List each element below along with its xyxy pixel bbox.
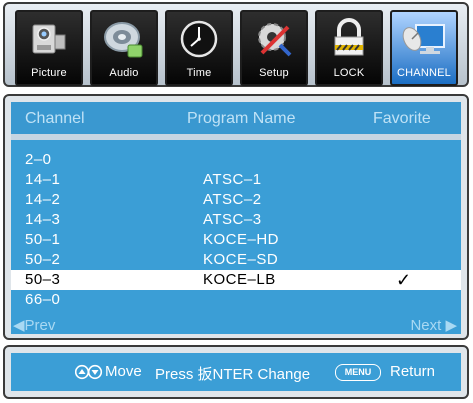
prev-page-button[interactable]: ◀Prev [13,316,55,334]
favorite-checkmark-icon[interactable]: ✓ [396,271,412,289]
channel-row[interactable]: 14–1 ATSC–1 [11,170,461,190]
column-header-program-name: Program Name [187,110,296,127]
tab-lock-label: LOCK [333,67,365,79]
header-divider [11,134,461,140]
help-bar-panel: Move Press 扳NTER Change MENU Return [3,345,469,399]
channel-number: 2–0 [25,151,52,168]
camera-icon [32,24,66,54]
channel-number: 66–0 [25,291,61,308]
lock-icon [334,18,364,56]
tab-audio[interactable]: Audio [90,10,158,86]
program-name: KOCE–HD [203,231,280,248]
tab-setup-label: Setup [259,67,289,79]
channel-row[interactable]: 50–1 KOCE–HD [11,230,461,250]
gear-tools-icon [258,23,292,57]
tab-picture-label: Picture [31,67,67,79]
program-name: ATSC–2 [203,191,262,208]
menu-tab-panel: Picture Audio Time Setup LOCK CHANNEL [3,2,469,87]
help-return-text: Return [390,363,436,380]
help-move-text: Move [105,363,142,380]
channel-row[interactable]: 14–2 ATSC–2 [11,190,461,210]
column-header-favorite: Favorite [373,110,431,127]
tab-picture[interactable]: Picture [15,10,83,86]
next-page-button[interactable]: Next ▶ [410,316,457,334]
channel-number: 14–2 [25,191,61,208]
program-name: ATSC–1 [203,171,262,188]
channel-row[interactable]: 50–2 KOCE–SD [11,250,461,270]
satellite-monitor-icon [402,24,445,54]
channel-list: Channel Program Name Favorite 2–0 14–1 A… [11,102,461,334]
channel-list-panel: Channel Program Name Favorite 2–0 14–1 A… [3,94,469,340]
tab-setup[interactable]: Setup [240,10,308,86]
speaker-icon [104,22,143,58]
list-pager: ◀Prev Next ▶ [11,316,461,334]
menu-key-icon: MENU [335,364,381,381]
channel-number: 50–3 [25,271,61,288]
help-bar: Move Press 扳NTER Change MENU Return [11,353,461,391]
help-enter-text: Press 扳NTER Change [155,366,311,383]
channel-row[interactable]: 2–0 [11,150,461,170]
up-down-arrows-icon [75,364,103,380]
list-header: Channel Program Name Favorite [11,102,461,134]
channel-menu-screen: Picture Audio Time Setup LOCK CHANNEL Ch… [0,0,473,403]
tab-channel-label: CHANNEL [397,67,451,79]
column-header-channel: Channel [25,110,85,127]
channel-row[interactable]: 14–3 ATSC–3 [11,210,461,230]
tab-time-label: Time [186,67,212,79]
channel-number: 14–1 [25,171,61,188]
tab-audio-label: Audio [109,67,139,79]
channel-number: 14–3 [25,211,61,228]
clock-icon [180,20,218,58]
channel-number: 50–1 [25,231,61,248]
tab-time[interactable]: Time [165,10,233,86]
channel-number: 50–2 [25,251,61,268]
tab-lock[interactable]: LOCK [315,10,383,86]
channel-row[interactable]: 66–0 [11,290,461,310]
program-name: KOCE–SD [203,251,279,268]
tab-channel[interactable]: CHANNEL [390,10,458,86]
channel-row-selected[interactable]: 50–3 KOCE–LB ✓ [11,270,461,290]
program-name: ATSC–3 [203,211,262,228]
program-name: KOCE–LB [203,271,276,288]
